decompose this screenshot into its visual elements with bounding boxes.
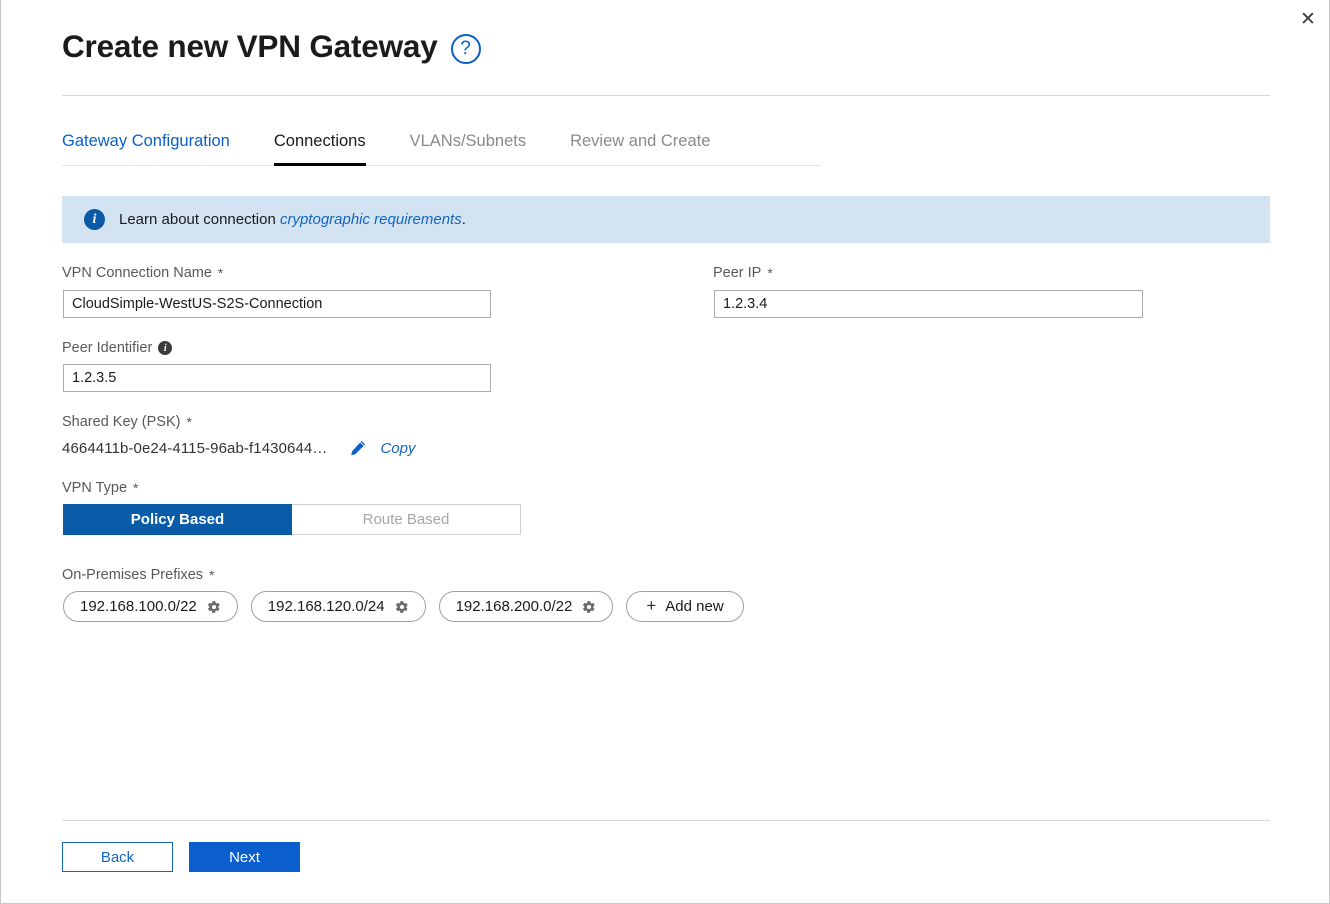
tab-review-and-create[interactable]: Review and Create	[570, 132, 710, 166]
cryptographic-requirements-link[interactable]: cryptographic requirements	[280, 211, 462, 228]
prefix-chip-value: 192.168.120.0/24	[267, 598, 385, 615]
tab-gateway-configuration[interactable]: Gateway Configuration	[62, 132, 230, 166]
info-banner-trailing: .	[461, 211, 466, 228]
connection-name-required: *	[217, 265, 224, 281]
peer-ip-required: *	[767, 265, 773, 281]
add-new-prefix-label: Add new	[665, 598, 724, 615]
connection-name-label: VPN Connection Name *	[62, 265, 223, 281]
vpn-type-label: VPN Type *	[62, 480, 138, 496]
shared-key-row: 4664411b-0e24-4115-96ab-f1430644… Copy	[62, 439, 416, 457]
back-button[interactable]: Back	[62, 842, 173, 872]
prefix-chip-value: 192.168.200.0/22	[455, 598, 573, 615]
dialog-footer: Back Next	[62, 842, 300, 872]
prefix-chip-list: 192.168.100.0/22 192.168.120.0/24 192.16…	[63, 591, 744, 622]
shared-key-value: 4664411b-0e24-4115-96ab-f1430644…	[62, 439, 328, 457]
gear-icon[interactable]	[207, 600, 221, 614]
vpn-type-toggle: Policy Based Route Based	[63, 504, 521, 535]
on-premises-prefixes-label-text: On-Premises Prefixes	[62, 567, 204, 583]
connection-name-input[interactable]	[63, 290, 491, 318]
footer-divider	[62, 820, 1270, 821]
prefix-chip[interactable]: 192.168.100.0/22	[63, 591, 238, 622]
gear-icon[interactable]	[582, 600, 596, 614]
info-banner-text: Learn about connection cryptographic req…	[119, 211, 466, 228]
peer-ip-label-text: Peer IP	[713, 265, 762, 281]
prefix-chip[interactable]: 192.168.120.0/24	[250, 591, 426, 622]
next-button[interactable]: Next	[189, 842, 300, 872]
info-icon: i	[84, 209, 105, 230]
connection-name-label-text: VPN Connection Name	[62, 265, 212, 281]
peer-identifier-input[interactable]	[63, 364, 491, 392]
peer-identifier-label-text: Peer Identifier	[62, 340, 153, 356]
info-banner: i Learn about connection cryptographic r…	[62, 196, 1270, 243]
help-icon[interactable]: ?	[450, 33, 481, 64]
peer-identifier-info-icon[interactable]: i	[158, 341, 173, 355]
shared-key-label-text: Shared Key (PSK)	[62, 414, 181, 430]
peer-ip-input[interactable]	[714, 290, 1143, 318]
vpn-type-required: *	[133, 480, 139, 496]
vpn-type-label-text: VPN Type	[62, 480, 128, 496]
vpn-type-route-based-option[interactable]: Route Based	[292, 504, 521, 535]
wizard-tabs: Gateway Configuration Connections VLANs/…	[62, 131, 820, 166]
peer-identifier-label: Peer Identifier i	[62, 340, 173, 356]
create-vpn-gateway-dialog: ✕ Create new VPN Gateway ? Gateway Confi…	[0, 0, 1330, 904]
gear-icon[interactable]	[395, 600, 409, 614]
on-premises-prefixes-label: On-Premises Prefixes *	[62, 567, 214, 583]
copy-link[interactable]: Copy	[380, 440, 415, 457]
pencil-icon[interactable]	[349, 439, 367, 457]
prefix-chip[interactable]: 192.168.200.0/22	[438, 591, 614, 622]
on-premises-prefixes-required: *	[209, 567, 215, 583]
shared-key-required: *	[186, 414, 192, 430]
tab-connections[interactable]: Connections	[273, 132, 366, 166]
info-banner-message: Learn about connection	[119, 211, 280, 228]
add-new-prefix-button[interactable]: + Add new	[626, 591, 744, 622]
header-divider	[62, 95, 1270, 96]
plus-icon: +	[646, 596, 657, 615]
dialog-header: Create new VPN Gateway ?	[62, 28, 481, 65]
close-icon[interactable]: ✕	[1293, 4, 1323, 34]
peer-ip-label: Peer IP *	[713, 265, 773, 281]
tab-vlans-subnets[interactable]: VLANs/Subnets	[410, 132, 526, 166]
prefix-chip-value: 192.168.100.0/22	[80, 598, 197, 615]
page-title: Create new VPN Gateway	[62, 28, 438, 64]
vpn-type-policy-based-option[interactable]: Policy Based	[63, 504, 292, 535]
shared-key-label: Shared Key (PSK) *	[62, 414, 192, 430]
